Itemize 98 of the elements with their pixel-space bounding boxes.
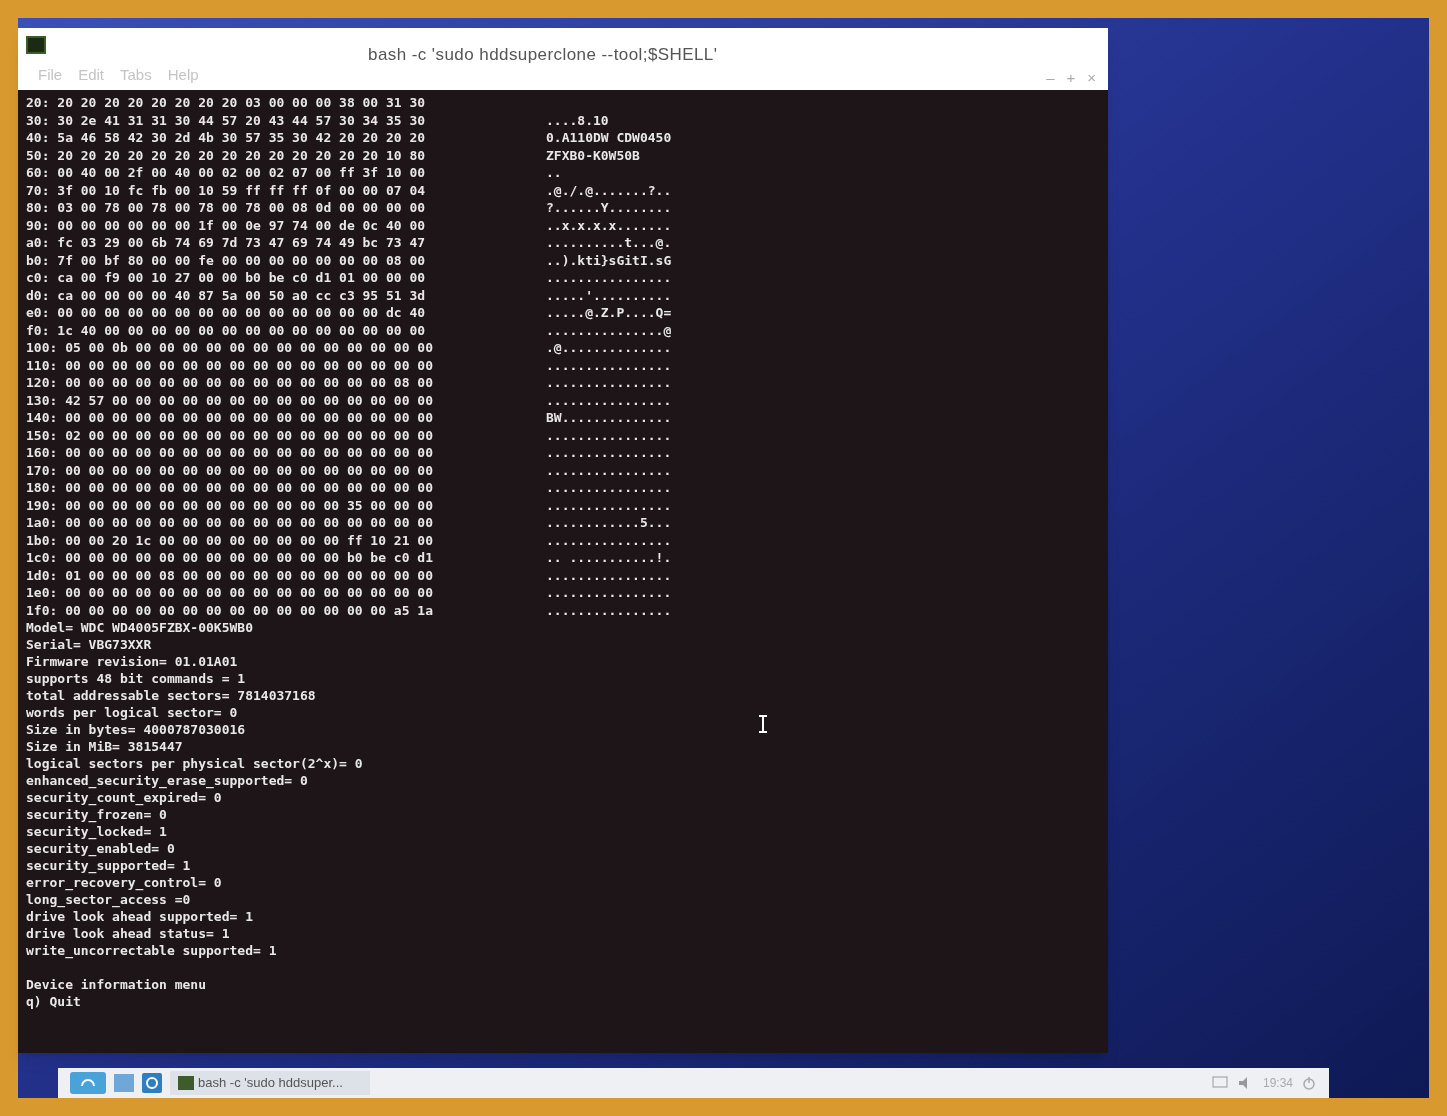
info-line: security_supported= 1 xyxy=(26,858,191,873)
hex-line: 1c0: 00 00 00 00 00 00 00 00 00 00 00 00 b0 be c0 d1 xyxy=(26,549,434,567)
menu-item[interactable]: File xyxy=(38,63,63,86)
text-cursor-icon xyxy=(758,715,768,733)
menu-item[interactable]: Tabs xyxy=(120,63,152,86)
menu-line: q) Quit xyxy=(26,994,81,1009)
start-menu-icon[interactable] xyxy=(70,1072,106,1094)
hex-line: 1e0: 00 00 00 00 00 00 00 00 00 00 00 00 00 00 00 00 xyxy=(26,584,434,602)
hex-line: d0: ca 00 00 00 00 40 87 5a 00 50 a0 cc c3 95 51 3d xyxy=(26,286,427,304)
window-control-button[interactable]: + xyxy=(1066,70,1076,85)
info-line: long_sector_access =0 xyxy=(26,892,191,907)
info-line: drive look ahead status= 1 xyxy=(26,926,230,941)
taskbar-task-button[interactable]: bash -c 'sudo hddsuper... xyxy=(170,1071,370,1095)
ascii-line: .....@.Z.P....Q= xyxy=(546,304,672,322)
ascii-line: ...............@ xyxy=(546,321,672,339)
ascii-line: ................ xyxy=(546,356,672,374)
ascii-line: ................ xyxy=(546,269,672,287)
window-title: bash -c 'sudo hddsuperclone --tool;$SHELL' xyxy=(368,44,718,66)
ascii-line: BW.............. xyxy=(546,409,672,427)
terminal-icon xyxy=(178,1076,194,1090)
hex-line: a0: fc 03 29 00 6b 74 69 7d 73 47 69 74 49 bc 73 47 xyxy=(26,234,427,252)
info-line: security_count_expired= 0 xyxy=(26,790,222,805)
info-line: supports 48 bit commands = 1 xyxy=(26,671,246,686)
menu-item[interactable]: Help xyxy=(167,63,199,86)
ascii-line: ............5... xyxy=(546,514,672,532)
hex-line: 90: 00 00 00 00 00 00 1f 00 0e 97 74 00 de 0c 40 00 xyxy=(26,216,427,234)
info-line: total addressable sectors= 7814037168 xyxy=(26,688,316,703)
ascii-line: ..).kti}sGitI.sG xyxy=(546,251,672,269)
info-line: write_uncorrectable supported= 1 xyxy=(26,943,277,958)
ascii-line: .. xyxy=(546,164,562,182)
hex-line: 1f0: 00 00 00 00 00 00 00 00 00 00 00 00 00 00 a5 1a xyxy=(26,601,434,619)
window-control-button[interactable]: × xyxy=(1087,70,1096,85)
info-line: Serial= VBG73XXR xyxy=(26,637,152,652)
info-line: Size in bytes= 4000787030016 xyxy=(26,722,246,737)
hex-line: 1b0: 00 00 20 1c 00 00 00 00 00 00 00 00 ff 10 21 00 xyxy=(26,531,434,549)
info-line: Model= WDC WD4005FZBX-00K5WB0 xyxy=(26,620,253,635)
hex-line: 20: 20 20 20 20 20 20 20 20 03 00 00 00 38 00 31 30 xyxy=(26,94,427,112)
hex-line: 1a0: 00 00 00 00 00 00 00 00 00 00 00 00 00 00 00 00 xyxy=(26,514,434,532)
info-line: Firmware revision= 01.01A01 xyxy=(26,654,238,669)
ascii-line: ....8.10 xyxy=(546,111,609,129)
ascii-line: ?......Y........ xyxy=(546,199,672,217)
browser-icon[interactable] xyxy=(142,1073,162,1093)
info-line: security_enabled= 0 xyxy=(26,841,175,856)
hex-line: 160: 00 00 00 00 00 00 00 00 00 00 00 00 00 00 00 00 xyxy=(26,444,434,462)
ascii-line: ................ xyxy=(546,479,672,497)
ascii-line: ................ xyxy=(546,426,672,444)
hex-line: 110: 00 00 00 00 00 00 00 00 00 00 00 00 00 00 00 00 xyxy=(26,356,434,374)
hex-line: 40: 5a 46 58 42 30 2d 4b 30 57 35 30 42 20 20 20 20 xyxy=(26,129,427,147)
hex-line: 70: 3f 00 10 fc fb 00 10 59 ff ff ff 0f 00 00 07 04 xyxy=(26,181,427,199)
menu-item[interactable]: Edit xyxy=(78,63,105,86)
ascii-line: ZFXB0-K0W50B xyxy=(546,146,640,164)
hex-line: 30: 30 2e 41 31 31 30 44 57 20 43 44 57 30 34 35 30 xyxy=(26,111,427,129)
hex-line: 150: 02 00 00 00 00 00 00 00 00 00 00 00 00 00 00 00 xyxy=(26,426,434,444)
hex-line: b0: 7f 00 bf 80 00 00 fe 00 00 00 00 00 00 00 08 00 xyxy=(26,251,427,269)
info-line: Size in MiB= 3815447 xyxy=(26,739,183,754)
ascii-line: ................ xyxy=(546,584,672,602)
ascii-line: ................ xyxy=(546,444,672,462)
hex-line: 1d0: 01 00 00 00 08 00 00 00 00 00 00 00 00 00 00 00 xyxy=(26,566,434,584)
info-line: words per logical sector= 0 xyxy=(26,705,238,720)
info-line: drive look ahead supported= 1 xyxy=(26,909,253,924)
info-line: logical sectors per physical sector(2^x)= 0 xyxy=(26,756,363,771)
ascii-line: ................ xyxy=(546,496,672,514)
hex-line: 130: 42 57 00 00 00 00 00 00 00 00 00 00 00 00 00 00 xyxy=(26,391,434,409)
menu-line: Device information menu xyxy=(26,977,206,992)
ascii-line: ................ xyxy=(546,531,672,549)
power-icon[interactable] xyxy=(1301,1075,1317,1091)
ascii-line: .....'.......... xyxy=(546,286,672,304)
ascii-line: ..........t...@. xyxy=(546,234,672,252)
ascii-line: ................ xyxy=(546,461,672,479)
hex-line: 190: 00 00 00 00 00 00 00 00 00 00 00 00 35 00 00 00 xyxy=(26,496,434,514)
ascii-line: .. ...........!. xyxy=(546,549,672,567)
ascii-line: ................ xyxy=(546,391,672,409)
hex-line: e0: 00 00 00 00 00 00 00 00 00 00 00 00 00 00 dc 40 xyxy=(26,304,427,322)
ascii-line: .@./.@.......?.. xyxy=(546,181,672,199)
network-icon[interactable] xyxy=(1210,1075,1229,1091)
hex-line: 170: 00 00 00 00 00 00 00 00 00 00 00 00 00 00 00 00 xyxy=(26,461,434,479)
terminal-icon xyxy=(26,36,46,54)
hex-line: 120: 00 00 00 00 00 00 00 00 00 00 00 00 00 00 08 00 xyxy=(26,374,434,392)
hex-line: c0: ca 00 f9 00 10 27 00 00 b0 be c0 d1 01 00 00 00 xyxy=(26,269,427,287)
ascii-line: 0.A110DW CDW0450 xyxy=(546,129,672,147)
info-line: security_frozen= 0 xyxy=(26,807,167,822)
hex-line: 100: 05 00 0b 00 00 00 00 00 00 00 00 00 00 00 00 00 xyxy=(26,339,434,357)
ascii-line: ................ xyxy=(546,601,672,619)
info-line: enhanced_security_erase_supported= 0 xyxy=(26,773,308,788)
ascii-line: ................ xyxy=(546,374,672,392)
hex-line: 60: 00 40 00 2f 00 40 00 02 00 02 07 00 ff 3f 10 00 xyxy=(26,164,427,182)
clock[interactable]: 19:34 xyxy=(1262,1074,1293,1092)
ascii-line: ................ xyxy=(546,566,672,584)
hex-line: 50: 20 20 20 20 20 20 20 20 20 20 20 20 20 20 10 80 xyxy=(26,146,427,164)
info-line: error_recovery_control= 0 xyxy=(26,875,222,890)
hex-line: 80: 03 00 78 00 78 00 78 00 78 00 08 0d 00 00 00 00 xyxy=(26,199,427,217)
hex-line: 180: 00 00 00 00 00 00 00 00 00 00 00 00 00 00 00 00 xyxy=(26,479,434,497)
hex-line: 140: 00 00 00 00 00 00 00 00 00 00 00 00 00 00 00 00 xyxy=(26,409,434,427)
ascii-line: ..x.x.x.x....... xyxy=(546,216,672,234)
info-line: security_locked= 1 xyxy=(26,824,167,839)
ascii-line: .@.............. xyxy=(546,339,672,357)
window-control-button[interactable]: – xyxy=(1046,70,1055,85)
hex-line: f0: 1c 40 00 00 00 00 00 00 00 00 00 00 00 00 00 00 xyxy=(26,321,427,339)
